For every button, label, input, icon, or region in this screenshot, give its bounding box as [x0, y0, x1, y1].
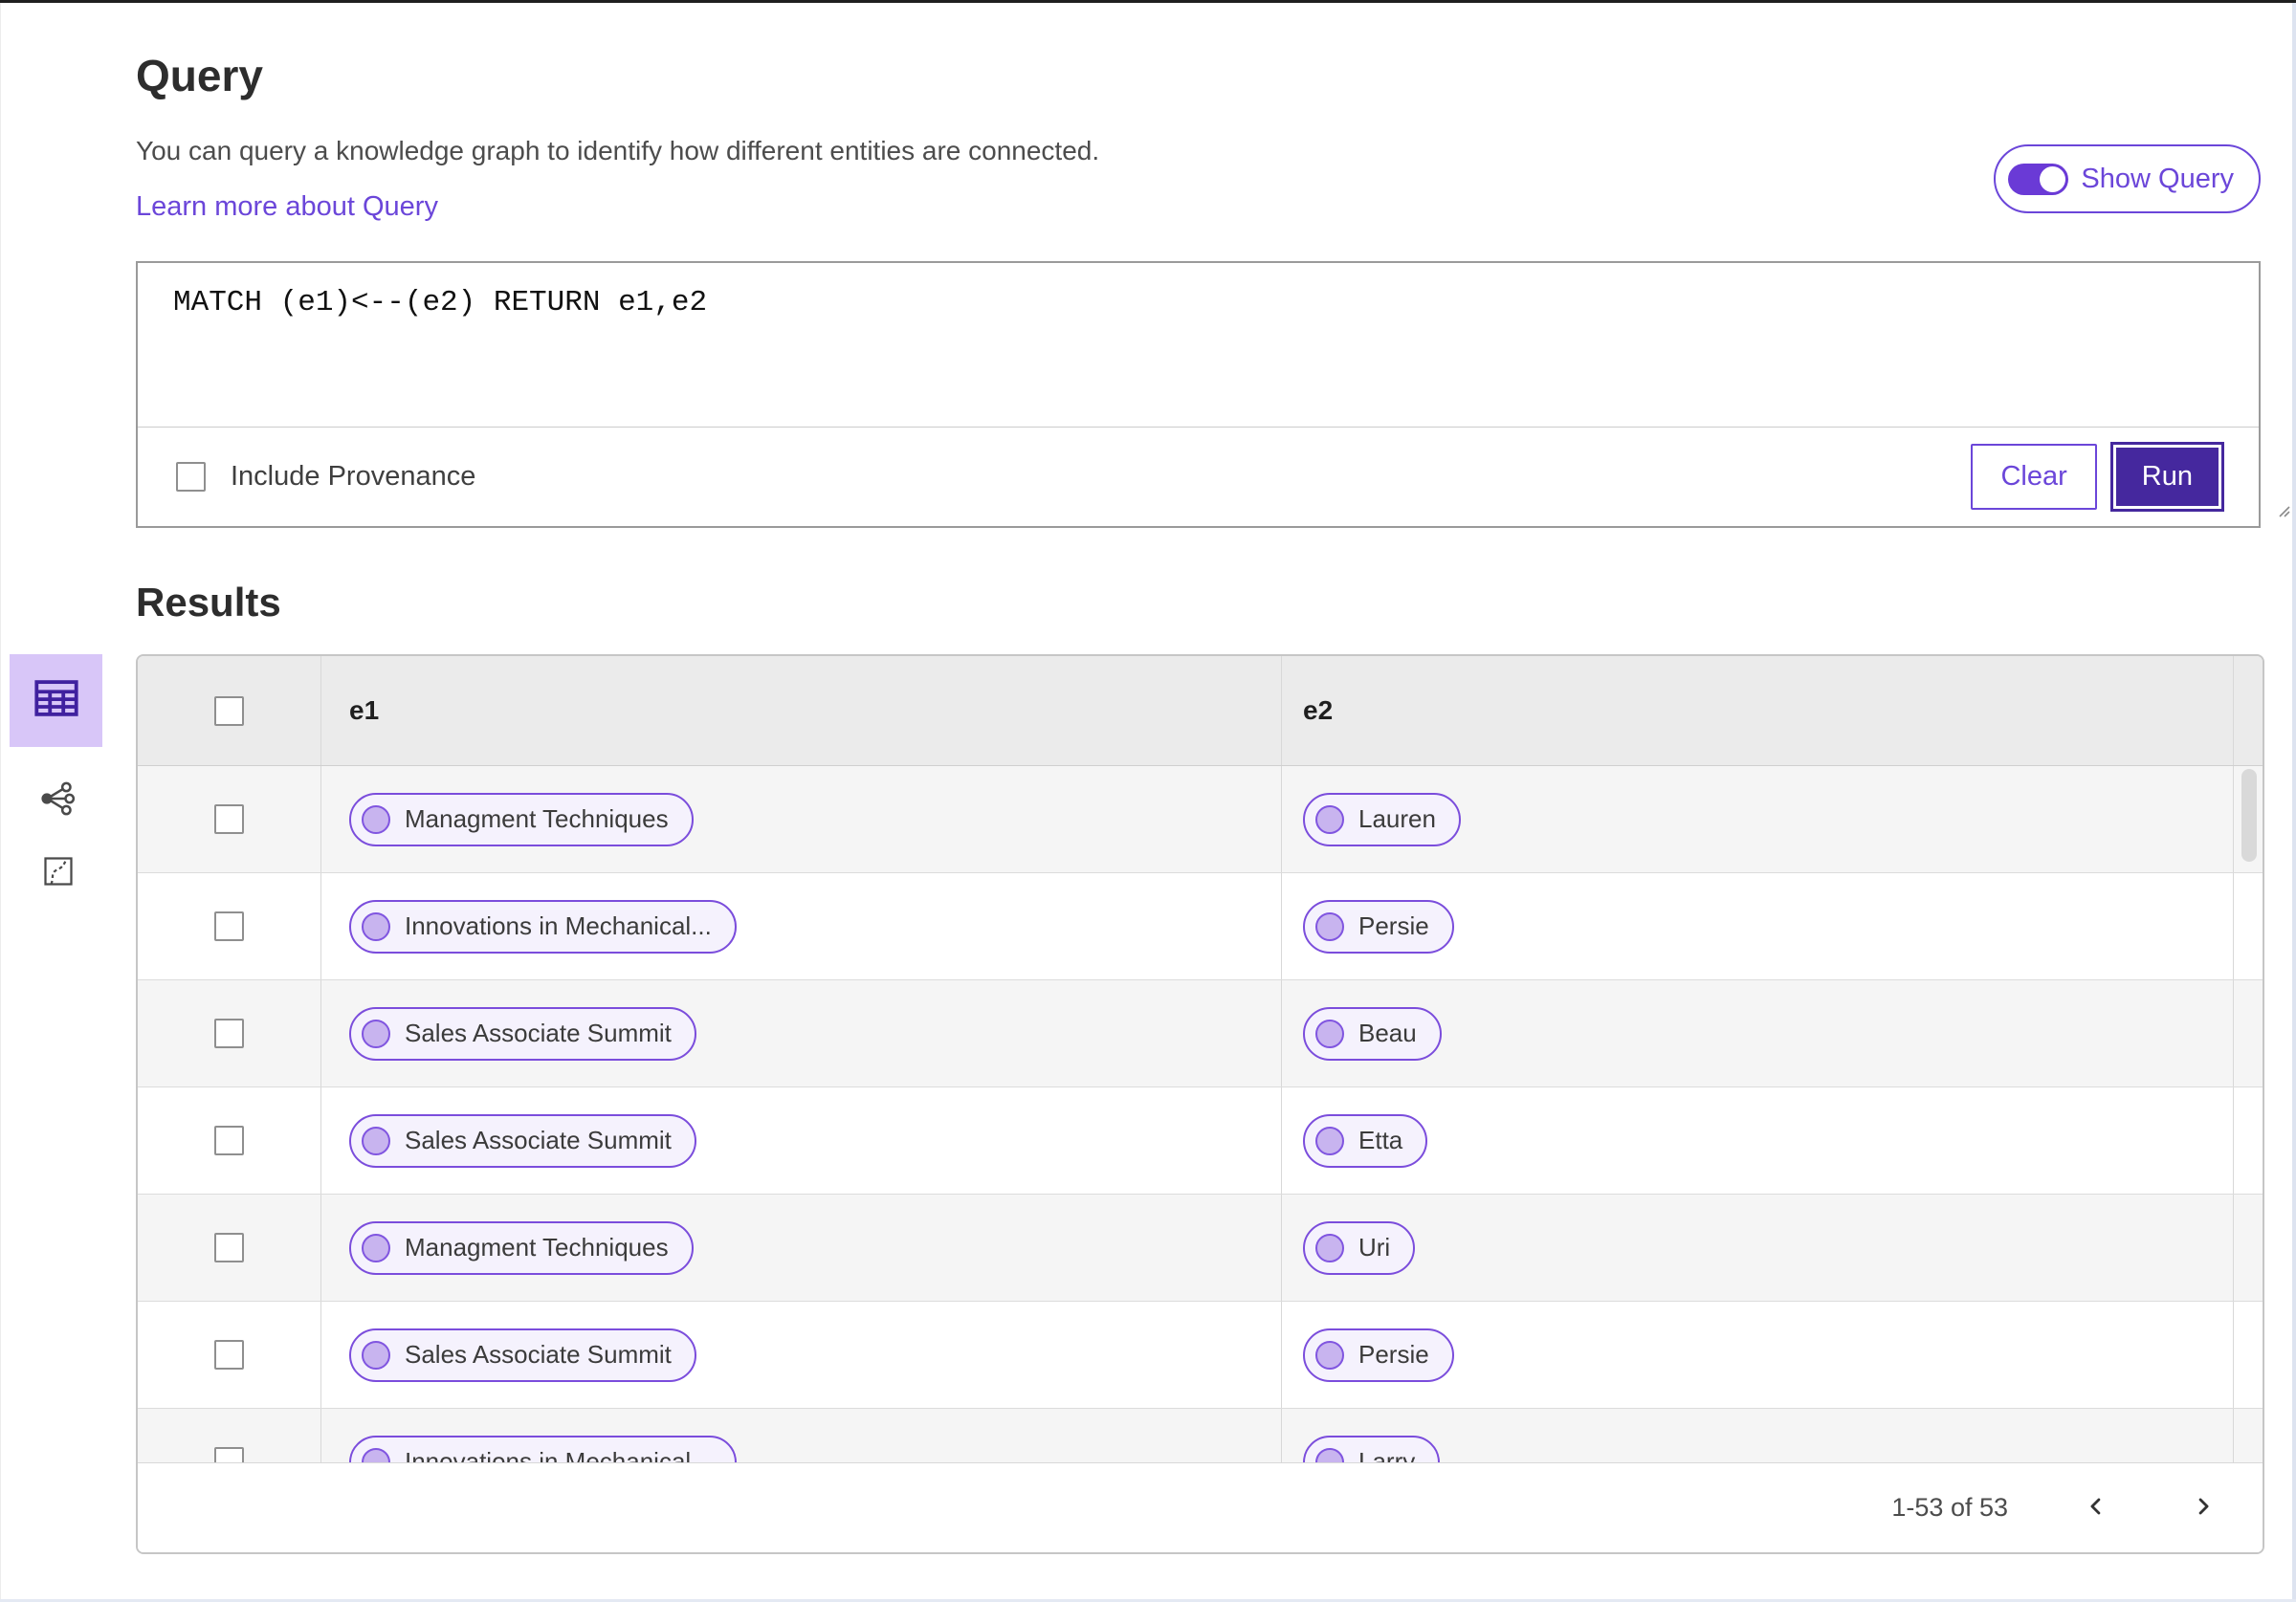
table-row: Innovations in Mechanical... Larry — [138, 1409, 2263, 1462]
entity-pill[interactable]: Sales Associate Summit — [349, 1113, 696, 1168]
entity-pill-label: Innovations in Mechanical... — [405, 911, 712, 940]
table-row: Sales Associate Summit Beau — [138, 980, 2263, 1087]
column-header-e1[interactable]: e1 — [349, 695, 379, 726]
entity-pill-label: Sales Associate Summit — [405, 1340, 672, 1369]
include-provenance-label: Include Provenance — [231, 461, 476, 492]
entity-pill-label: Uri — [1358, 1233, 1391, 1262]
table-row: Innovations in Mechanical... Persie — [138, 873, 2263, 980]
entity-avatar-icon — [362, 1019, 390, 1048]
include-provenance-checkbox[interactable] — [176, 462, 206, 492]
run-button[interactable]: Run — [2109, 442, 2224, 512]
show-query-label: Show Query — [2081, 163, 2234, 194]
entity-pill[interactable]: Uri — [1303, 1220, 1416, 1275]
entity-pill[interactable]: Beau — [1303, 1006, 1442, 1061]
entity-avatar-icon — [362, 911, 390, 941]
view-tab-map[interactable] — [39, 854, 77, 892]
map-icon — [41, 854, 76, 893]
next-page-button[interactable] — [2190, 1493, 2217, 1523]
entity-pill-label: Beau — [1358, 1019, 1417, 1047]
entity-pill[interactable]: Sales Associate Summit — [349, 1006, 696, 1061]
results-table: e1 e2 Managment Techniques Lauren Innova… — [136, 654, 2264, 1554]
table-scrollbar-thumb[interactable] — [2241, 769, 2257, 862]
entity-pill[interactable]: Persie — [1303, 1328, 1454, 1382]
entity-pill[interactable]: Managment Techniques — [349, 792, 694, 846]
entity-avatar-icon — [362, 1126, 390, 1155]
description-text: You can query a knowledge graph to ident… — [136, 136, 1100, 165]
network-icon — [39, 779, 77, 823]
entity-pill-label: Sales Associate Summit — [405, 1126, 672, 1154]
chevron-left-icon — [2083, 1493, 2109, 1523]
entity-avatar-icon — [1315, 1019, 1344, 1048]
row-checkbox[interactable] — [214, 1233, 244, 1262]
entity-avatar-icon — [1315, 1233, 1344, 1262]
toggle-on-icon[interactable] — [2008, 163, 2069, 195]
entity-pill[interactable]: Larry — [1303, 1435, 1441, 1462]
table-row: Managment Techniques Lauren — [138, 766, 2263, 873]
row-checkbox[interactable] — [214, 804, 244, 834]
entity-pill-label: Larry — [1358, 1447, 1416, 1462]
toggle-knob — [2040, 165, 2066, 192]
pagination-range: 1-53 of 53 — [1891, 1493, 2008, 1522]
resize-handle-icon[interactable] — [2272, 499, 2291, 523]
table-row: Managment Techniques Uri — [138, 1195, 2263, 1302]
row-checkbox[interactable] — [214, 911, 244, 941]
entity-pill[interactable]: Innovations in Mechanical... — [349, 899, 737, 954]
entity-pill[interactable]: Innovations in Mechanical... — [349, 1435, 737, 1462]
show-query-toggle[interactable]: Show Query — [1994, 144, 2261, 213]
select-all-checkbox[interactable] — [214, 695, 244, 726]
entity-pill-label: Innovations in Mechanical... — [405, 1447, 712, 1462]
entity-avatar-icon — [362, 1233, 390, 1262]
run-button-label: Run — [2115, 448, 2219, 506]
query-input[interactable]: MATCH (e1)<--(e2) RETURN e1,e2 — [138, 263, 2259, 427]
entity-pill-label: Lauren — [1358, 804, 1436, 833]
learn-more-link[interactable]: Learn more about Query — [136, 191, 438, 223]
view-tab-network[interactable] — [39, 781, 77, 820]
row-checkbox[interactable] — [214, 1019, 244, 1048]
view-switcher-rail — [0, 654, 136, 1554]
page-title: Query — [136, 51, 263, 100]
view-tab-table[interactable] — [10, 654, 102, 747]
entity-avatar-icon — [362, 1340, 390, 1370]
table-row: Sales Associate Summit Persie — [138, 1302, 2263, 1409]
query-editor-panel: MATCH (e1)<--(e2) RETURN e1,e2 Include P… — [136, 261, 2290, 528]
entity-pill-label: Persie — [1358, 1340, 1429, 1369]
previous-page-button[interactable] — [2083, 1493, 2109, 1523]
entity-pill[interactable]: Sales Associate Summit — [349, 1328, 696, 1382]
scrollbar-gutter — [2233, 656, 2263, 765]
entity-pill[interactable]: Managment Techniques — [349, 1220, 694, 1275]
table-icon — [31, 672, 82, 729]
entity-avatar-icon — [1315, 1126, 1344, 1155]
chevron-right-icon — [2190, 1493, 2217, 1523]
entity-pill[interactable]: Lauren — [1303, 792, 1461, 846]
table-header-row: e1 e2 — [138, 656, 2263, 766]
column-header-e2[interactable]: e2 — [1303, 695, 1333, 726]
entity-pill-label: Managment Techniques — [405, 1233, 669, 1262]
row-checkbox[interactable] — [214, 1126, 244, 1155]
entity-pill[interactable]: Persie — [1303, 899, 1454, 954]
results-section: e1 e2 Managment Techniques Lauren Innova… — [0, 654, 2296, 1554]
entity-pill-label: Persie — [1358, 911, 1429, 940]
results-title: Results — [136, 580, 281, 625]
entity-avatar-icon — [1315, 1340, 1344, 1370]
entity-avatar-icon — [1315, 911, 1344, 941]
entity-avatar-icon — [362, 1447, 390, 1462]
row-checkbox[interactable] — [214, 1340, 244, 1370]
clear-button[interactable]: Clear — [1971, 444, 2097, 510]
entity-pill[interactable]: Etta — [1303, 1113, 1428, 1168]
query-section: Query You can query a knowledge graph to… — [0, 3, 2296, 528]
table-footer: 1-53 of 53 — [138, 1462, 2263, 1552]
entity-avatar-icon — [362, 804, 390, 834]
entity-avatar-icon — [1315, 1447, 1344, 1462]
entity-pill-label: Sales Associate Summit — [405, 1019, 672, 1047]
table-body: Managment Techniques Lauren Innovations … — [138, 766, 2263, 1462]
row-checkbox[interactable] — [214, 1447, 244, 1462]
entity-avatar-icon — [1315, 804, 1344, 834]
query-toolbar: Include Provenance Clear Run — [138, 427, 2259, 526]
entity-pill-label: Managment Techniques — [405, 804, 669, 833]
table-row: Sales Associate Summit Etta — [138, 1087, 2263, 1195]
entity-pill-label: Etta — [1358, 1126, 1403, 1154]
